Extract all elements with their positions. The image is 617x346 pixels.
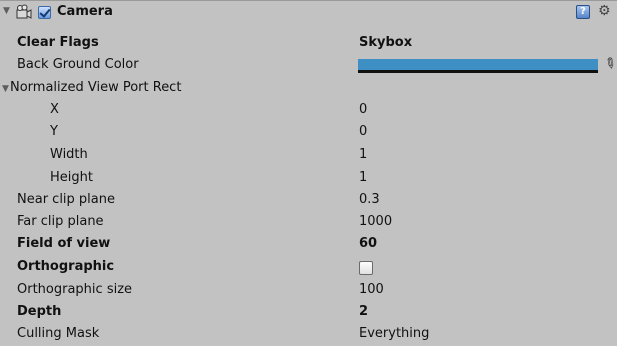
background-color-row: Back Ground Color ✎ [0,54,617,77]
orthographic-size-label: Orthographic size [17,282,133,297]
clear-flags-row: Clear Flags Skybox [0,33,617,55]
depth-row: Depth 2 [0,302,617,324]
orthographic-row: Orthographic [0,257,617,279]
far-clip-row: Far clip plane 1000 [0,212,617,234]
background-color-swatch [358,59,598,70]
viewport-x-row: X 0 [0,100,617,122]
viewport-rect-row[interactable]: ▼ Normalized View Port Rect [0,78,617,100]
field-of-view-label: Field of view [17,236,111,251]
viewport-rect-label: Normalized View Port Rect [10,80,182,95]
component-enabled-checkbox[interactable] [38,6,51,19]
clear-flags-dropdown[interactable]: Skybox [359,35,412,50]
component-header[interactable]: ▼ Camera ? ⚙ [0,1,617,25]
help-icon[interactable]: ? [576,5,590,19]
background-color-label: Back Ground Color [17,57,139,72]
viewport-x-field[interactable]: 0 [359,102,367,117]
viewport-height-row: Height 1 [0,168,617,190]
culling-mask-row: Culling Mask Everything [0,324,617,346]
orthographic-size-field[interactable]: 100 [359,282,384,297]
depth-field[interactable]: 2 [359,304,368,319]
orthographic-checkbox[interactable] [359,261,373,275]
field-of-view-field[interactable]: 60 [359,236,377,251]
far-clip-field[interactable]: 1000 [359,214,392,229]
near-clip-label: Near clip plane [17,192,115,207]
field-of-view-row: Field of view 60 [0,234,617,256]
near-clip-row: Near clip plane 0.3 [0,190,617,212]
fold-arrow-icon[interactable]: ▼ [3,6,10,16]
orthographic-label: Orthographic [17,259,115,274]
viewport-y-label: Y [50,124,58,139]
viewport-height-label: Height [50,170,93,185]
viewport-width-label: Width [50,147,88,162]
viewport-y-row: Y 0 [0,122,617,144]
culling-mask-label: Culling Mask [17,326,100,341]
eyedropper-icon[interactable]: ✎ [600,54,617,74]
viewport-x-label: X [50,102,59,117]
clear-flags-label: Clear Flags [17,35,99,50]
camera-inspector-panel: ▼ Camera ? ⚙ Clear Flags Skybox Back Gro… [0,0,617,345]
depth-label: Depth [17,304,62,319]
orthographic-size-row: Orthographic size 100 [0,280,617,302]
camera-icon [16,4,32,20]
near-clip-field[interactable]: 0.3 [359,192,380,207]
background-color-field[interactable] [358,59,598,73]
gear-icon[interactable]: ⚙ [598,3,611,19]
culling-mask-dropdown[interactable]: Everything [359,326,429,341]
viewport-height-field[interactable]: 1 [359,170,367,185]
viewport-width-field[interactable]: 1 [359,147,367,162]
component-title: Camera [57,4,113,19]
viewport-fold-arrow-icon[interactable]: ▼ [2,84,9,94]
far-clip-label: Far clip plane [17,214,104,229]
viewport-width-row: Width 1 [0,145,617,167]
viewport-y-field[interactable]: 0 [359,124,367,139]
